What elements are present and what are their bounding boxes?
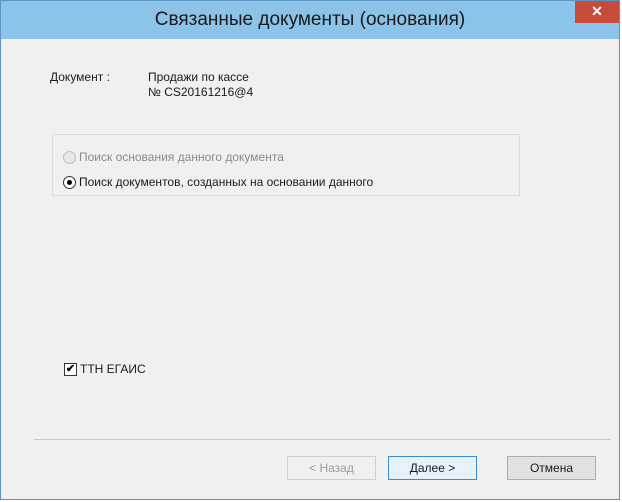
document-label: Документ :: [50, 70, 110, 84]
window-title: Связанные документы (основания): [154, 9, 466, 30]
checkbox-ttn-egais-label: ТТН ЕГАИС: [80, 362, 146, 376]
title-bar[interactable]: Связанные документы (основания) ✕: [1, 1, 619, 39]
checkbox-checked[interactable]: ✔: [64, 362, 77, 376]
document-type: Продажи по кассе: [148, 70, 249, 84]
radio-search-derived[interactable]: Поиск документов, созданных на основании…: [63, 174, 373, 190]
radio-button-selected[interactable]: [63, 175, 76, 189]
dialog-content: Документ : Продажи по кассе № CS20161216…: [1, 39, 619, 499]
radio-search-basis[interactable]: Поиск основания данного документа: [63, 149, 284, 165]
document-name: Продажи по кассе № CS20161216@4: [148, 70, 253, 100]
back-button[interactable]: < Назад: [287, 456, 376, 480]
radio-search-basis-label: Поиск основания данного документа: [79, 150, 284, 164]
dialog-window: Связанные документы (основания) ✕ Докуме…: [0, 0, 620, 500]
next-button[interactable]: Далее >: [388, 456, 477, 480]
checkmark-icon: ✔: [65, 362, 76, 375]
close-icon: ✕: [591, 3, 603, 19]
button-divider: [34, 439, 611, 440]
radio-search-derived-label: Поиск документов, созданных на основании…: [79, 175, 374, 189]
document-number: № CS20161216@4: [148, 85, 254, 99]
checkbox-ttn-egais[interactable]: ✔ ТТН ЕГАИС: [64, 361, 146, 377]
close-button[interactable]: ✕: [575, 1, 619, 23]
cancel-button[interactable]: Отмена: [507, 456, 596, 480]
radio-button-disabled[interactable]: [63, 150, 76, 164]
